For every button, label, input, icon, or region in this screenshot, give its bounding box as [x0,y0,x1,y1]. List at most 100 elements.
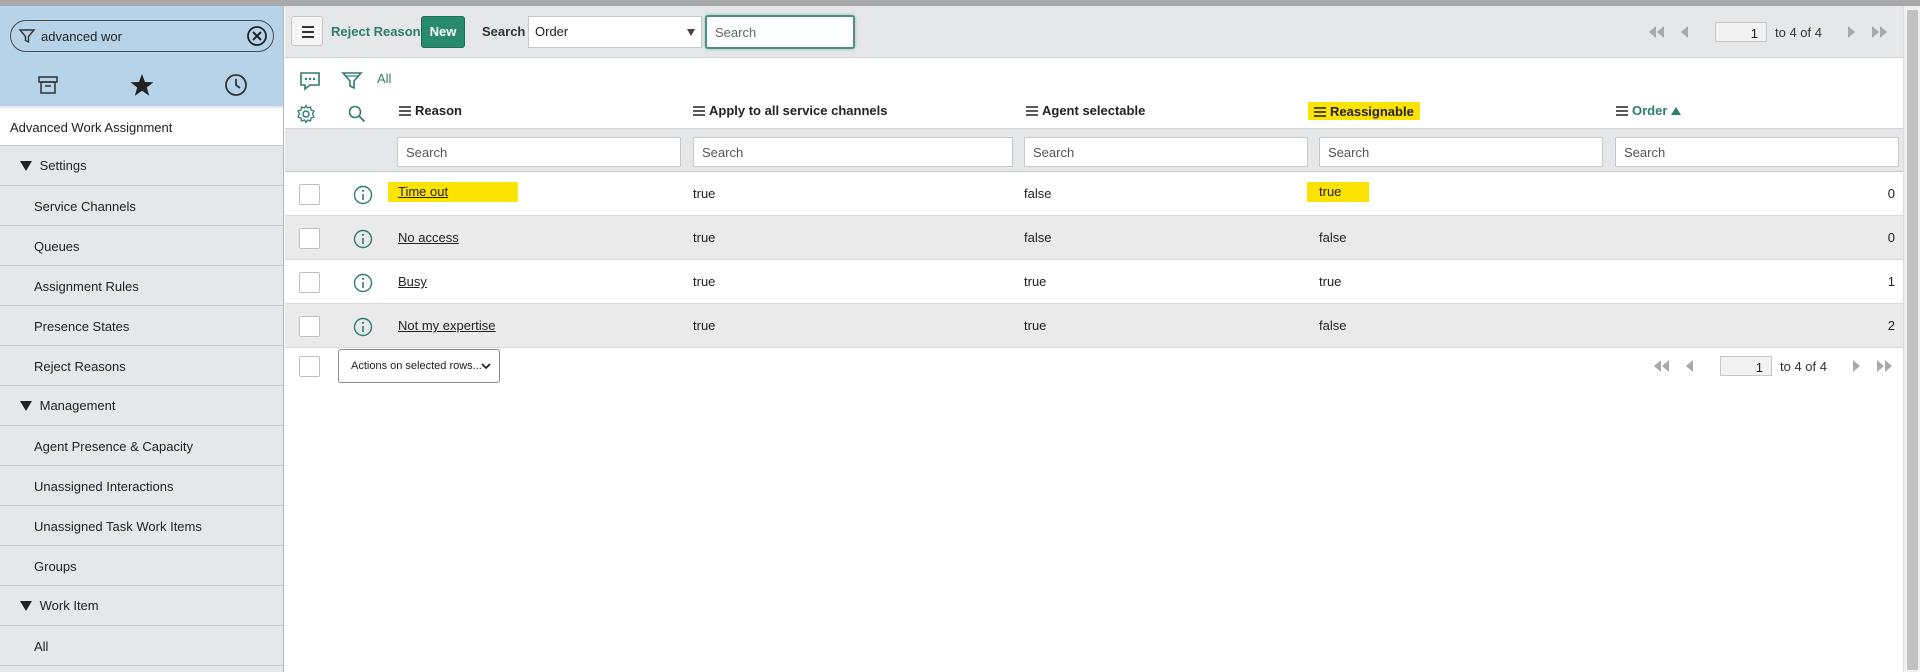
page-number-input[interactable]: 1 [1720,356,1772,376]
triangle-down-icon [20,401,32,411]
row-checkbox[interactable] [299,228,320,249]
nav-item-unassigned-interactions[interactable]: Unassigned Interactions [0,466,283,506]
page-number-input[interactable]: 1 [1715,22,1767,42]
hamburger-icon [302,26,314,28]
reason-link[interactable]: Time out [388,182,518,202]
nav-item-presence-states[interactable]: Presence States [0,306,283,346]
first-page-icon[interactable] [1645,24,1667,40]
column-header-reason[interactable]: Reason [399,103,462,123]
sort-ascending-icon [1671,107,1682,115]
nav-section-work-item[interactable]: Work Item [0,586,283,626]
new-button[interactable]: New [421,16,465,48]
actions-select-value: Actions on selected rows... [351,360,482,372]
next-page-icon[interactable] [1846,358,1868,374]
list-menu-button[interactable] [291,16,323,46]
filter-bar: All [285,59,1903,93]
row-checkbox[interactable] [299,316,320,337]
order-cell: 0 [1887,186,1895,201]
next-page-icon[interactable] [1841,24,1863,40]
navigator-filter[interactable]: advanced wor [10,20,274,52]
column-menu-icon[interactable] [693,106,705,116]
nav-section-settings[interactable]: Settings [0,146,283,186]
archive-icon[interactable] [33,70,63,100]
list-title[interactable]: Reject Reasons [331,24,428,39]
column-menu-icon[interactable] [1616,106,1628,116]
row-checkbox[interactable] [299,184,320,205]
navigator-tabs [0,64,284,104]
search-field-select[interactable]: Order [528,16,702,48]
page-range-text: to 4 of 4 [1775,25,1822,40]
actions-select[interactable]: Actions on selected rows... [338,349,500,383]
nav-section-management[interactable]: Management [0,386,283,426]
nav-item-service-channels[interactable]: Service Channels [0,186,283,226]
column-header-reassignable[interactable]: Reassignable [1308,102,1420,120]
navigator-sidebar: advanced wor Advanced Work Assignment Se… [0,6,284,672]
star-icon[interactable] [127,70,157,100]
reassignable-search-input[interactable] [1319,137,1603,167]
table-row: Time out true false true 0 [285,172,1903,216]
last-page-icon[interactable] [1869,24,1891,40]
column-menu-icon[interactable] [1026,106,1038,116]
nav-item-assignment-rules[interactable]: Assignment Rules [0,266,283,306]
reason-link[interactable]: Busy [398,274,427,289]
reason-link[interactable]: No access [398,230,459,245]
reason-search-input[interactable] [397,137,681,167]
comment-icon[interactable] [298,70,322,92]
list-search-input[interactable] [705,15,855,49]
column-headers: Reason Apply to all service channels Age… [285,93,1903,129]
column-header-order[interactable]: Order [1616,103,1682,123]
nav-item-agent-presence[interactable]: Agent Presence & Capacity [0,426,283,466]
triangle-down-icon [20,601,32,611]
info-icon[interactable] [352,316,374,338]
scrollbar-thumb[interactable] [1907,10,1918,670]
navigator-filter-text[interactable]: advanced wor [41,29,122,44]
order-cell: 2 [1887,318,1895,333]
column-menu-icon[interactable] [1314,107,1326,117]
filter-icon[interactable] [340,70,364,92]
nav-section-label: Settings [39,158,87,173]
nav-application[interactable]: Advanced Work Assignment [0,108,283,146]
previous-page-icon[interactable] [1673,24,1695,40]
column-label: Agent selectable [1042,103,1146,118]
breadcrumb-all[interactable]: All [377,71,391,86]
chevron-down-icon [481,363,491,370]
apply-all-cell: true [693,274,716,289]
order-search-input[interactable] [1615,137,1899,167]
history-icon[interactable] [221,70,251,100]
previous-page-icon[interactable] [1678,358,1700,374]
search-icon[interactable] [347,104,367,124]
navigator-header: advanced wor [0,6,283,106]
info-icon[interactable] [352,272,374,294]
last-page-icon[interactable] [1874,358,1896,374]
nav-item-groups[interactable]: Groups [0,546,283,586]
agent-selectable-search-input[interactable] [1024,137,1308,167]
apply-all-search-input[interactable] [693,137,1013,167]
agent-selectable-cell: false [1024,230,1052,245]
search-label: Search [482,24,526,39]
gear-icon[interactable] [296,104,316,124]
reason-link[interactable]: Not my expertise [398,318,496,333]
nav-item-reject-reasons[interactable]: Reject Reasons [0,346,283,386]
info-icon[interactable] [352,228,374,250]
reassignable-cell: false [1319,230,1347,245]
reassignable-cell: false [1319,318,1347,333]
info-icon[interactable] [352,184,374,206]
nav-section-label: Work Item [39,598,99,613]
column-menu-icon[interactable] [399,106,411,116]
row-checkbox[interactable] [299,272,320,293]
first-page-icon[interactable] [1650,358,1672,374]
column-header-apply-to-all[interactable]: Apply to all service channels [693,103,887,123]
nav-item-queues[interactable]: Queues [0,226,283,266]
select-all-checkbox[interactable] [299,356,320,377]
search-field-value: Order [535,24,569,39]
clear-filter-icon[interactable] [246,25,268,47]
apply-all-cell: true [693,186,716,201]
column-label: Reassignable [1330,104,1414,119]
vertical-scrollbar[interactable] [1903,6,1920,672]
table-row: Not my expertise true true false 2 [285,304,1903,348]
nav-item-all[interactable]: All [0,626,283,666]
pager-bottom: 1 to 4 of 4 [1650,356,1900,376]
column-header-agent-selectable[interactable]: Agent selectable [1026,103,1145,123]
apply-all-cell: true [693,318,716,333]
nav-item-unassigned-task-work-items[interactable]: Unassigned Task Work Items [0,506,283,546]
